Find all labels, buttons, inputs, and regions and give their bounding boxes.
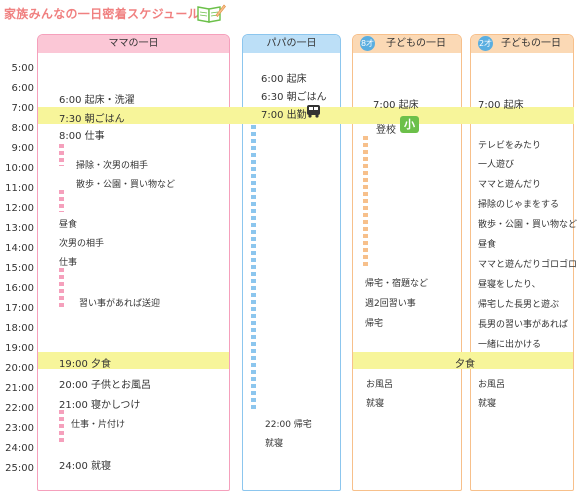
child2-event: 長男の習い事があれば — [478, 320, 569, 330]
mama-timeline-dash — [59, 144, 64, 166]
book-pencil-icon — [197, 4, 226, 23]
child2-event: ママと遊んだり — [478, 180, 542, 190]
column-header-child-8: 8才 子どもの一日 — [353, 35, 461, 53]
mama-event: 次男の相手 — [59, 239, 105, 249]
hour-label: 25:00 — [5, 463, 34, 474]
hour-label: 12:00 — [5, 203, 34, 214]
mama-event: 19:00 夕食 — [59, 359, 111, 370]
child8-event: 週2回習い事 — [365, 299, 416, 309]
child2-event: 帰宅した長男と遊ぶ — [478, 300, 560, 310]
child2-event: 一緒に出かける — [478, 340, 542, 350]
hour-label: 18:00 — [5, 323, 34, 334]
school-badge: 小 — [400, 116, 419, 133]
child8-event: 帰宅 — [365, 319, 384, 329]
mama-timeline-dash — [59, 190, 64, 212]
hour-label: 23:00 — [5, 423, 34, 434]
mama-event: 仕事 — [59, 258, 78, 268]
child8-event: 就寝 — [366, 399, 385, 409]
papa-event: 22:00 帰宅 — [265, 420, 312, 430]
papa-event: 7:00 出勤 — [261, 110, 307, 121]
hour-label: 21:00 — [5, 383, 34, 394]
hour-label: 22:00 — [5, 403, 34, 414]
papa-event: 就寝 — [265, 439, 284, 449]
page-title: 家族みんなの一日密着スケジュール — [4, 7, 200, 21]
mama-event: 6:00 起床・洗濯 — [59, 95, 135, 106]
column-header-label: 子どもの一日 — [386, 38, 446, 49]
mama-event: 7:30 朝ごはん — [59, 114, 125, 125]
child2-event: 昼寝をしたり、 — [478, 280, 541, 290]
hour-label: 24:00 — [5, 443, 34, 454]
child2-event: ママと遊んだりゴロゴロ — [478, 260, 578, 270]
child2-event: 昼食 — [478, 240, 497, 250]
hour-label: 7:00 — [11, 103, 34, 114]
hour-label: 20:00 — [5, 363, 34, 374]
mama-event: 8:00 仕事 — [59, 131, 105, 142]
heart-age-icon: 8才 — [360, 36, 375, 51]
hour-label: 9:00 — [11, 143, 34, 154]
child8-event: 登校 — [376, 125, 396, 136]
hour-label: 19:00 — [5, 343, 34, 354]
mama-event: 掃除・次男の相手 — [76, 161, 149, 171]
child2-event: 就寝 — [478, 399, 497, 409]
mama-timeline-dash — [59, 410, 64, 442]
child2-event: 掃除のじゃまをする — [478, 200, 560, 210]
mama-event: 20:00 子供とお風呂 — [59, 380, 151, 391]
hour-label: 16:00 — [5, 283, 34, 294]
child2-event: 一人遊び — [478, 160, 515, 170]
hour-label: 17:00 — [5, 303, 34, 314]
mama-event: 仕事・片付け — [71, 420, 126, 430]
child8-event: 7:00 起床 — [373, 100, 419, 111]
column-header-child-2: 2才 子どもの一日 — [471, 35, 573, 53]
papa-event: 6:00 起床 — [261, 74, 307, 85]
mama-event: 昼食 — [59, 220, 78, 230]
child8-event: お風呂 — [366, 380, 394, 390]
hour-label: 15:00 — [5, 263, 34, 274]
hour-label: 8:00 — [11, 123, 34, 134]
papa-event: 6:30 朝ごはん — [261, 92, 327, 103]
hour-label: 6:00 — [11, 83, 34, 94]
mama-event: 21:00 寝かしつけ — [59, 400, 141, 411]
mama-event: 散歩・公園・買い物など — [76, 180, 176, 190]
hour-label: 14:00 — [5, 243, 34, 254]
child2-event: テレビをみたり — [478, 141, 542, 151]
column-header-papa: パパの一日 — [243, 35, 340, 53]
papa-timeline-dash — [251, 125, 256, 410]
shared-dinner-label: 夕食 — [455, 359, 475, 370]
mama-event: 24:00 就寝 — [59, 461, 111, 472]
mama-event: 習い事があれば送迎 — [79, 299, 161, 309]
column-header-mama: ママの一日 — [38, 35, 229, 53]
bus-icon — [307, 105, 320, 118]
child8-event: 帰宅・宿題など — [365, 279, 429, 289]
hour-label: 13:00 — [5, 223, 34, 234]
column-header-label: 子どもの一日 — [501, 38, 561, 49]
hour-label: 5:00 — [11, 63, 34, 74]
mama-timeline-dash — [59, 268, 64, 310]
child2-event: 7:00 起床 — [478, 100, 524, 111]
child8-timeline-dash — [363, 136, 368, 268]
heart-age-icon: 2才 — [478, 36, 493, 51]
child2-event: 散歩・公園・買い物など — [478, 220, 578, 230]
hour-label: 11:00 — [5, 183, 34, 194]
child2-event: お風呂 — [478, 380, 506, 390]
hour-label: 10:00 — [5, 163, 34, 174]
